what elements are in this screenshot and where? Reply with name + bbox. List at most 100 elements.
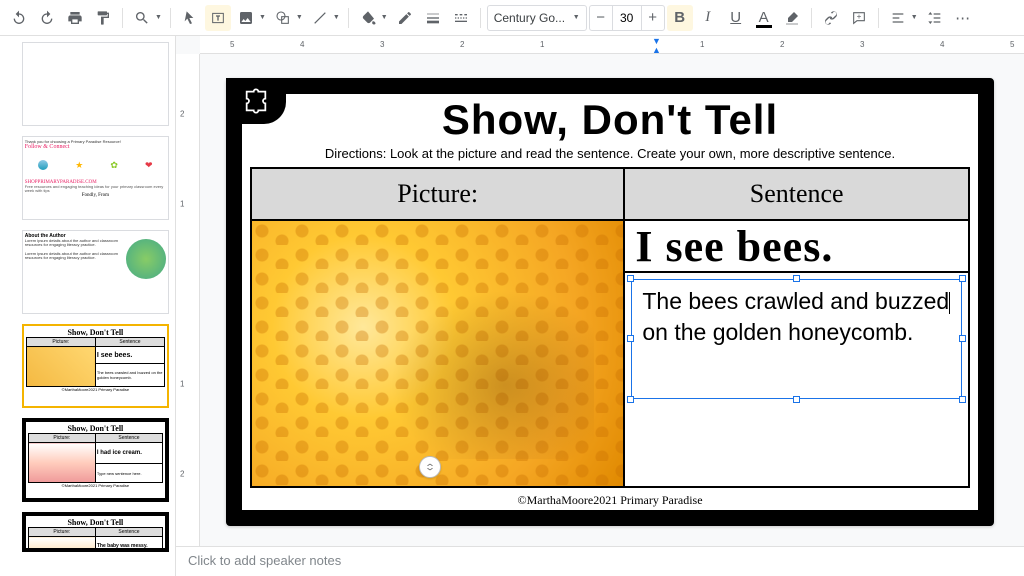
- font-family-label: Century Go...: [494, 11, 565, 25]
- highlight-color-button[interactable]: [779, 5, 805, 31]
- slide-thumb-1[interactable]: [22, 42, 169, 126]
- canvas-area[interactable]: 5 4 3 2 1 1 2 3 4 5 ▼ ▲ 2 1 1 2 Show, Do…: [176, 36, 1024, 576]
- author-photo-icon: [126, 239, 166, 279]
- line-tool-button[interactable]: [307, 5, 333, 31]
- resize-handle[interactable]: [793, 275, 800, 282]
- separator: [811, 8, 812, 28]
- print-button[interactable]: [62, 5, 88, 31]
- slide[interactable]: Show, Don't Tell Directions: Look at the…: [226, 78, 994, 526]
- speaker-notes[interactable]: Click to add speaker notes: [176, 546, 1024, 576]
- select-tool-button[interactable]: [177, 5, 203, 31]
- image-dropdown-icon[interactable]: ▼: [259, 14, 266, 21]
- edit-text-pre: The bees crawled and buzzed: [642, 288, 949, 314]
- thumb-text: Free resources and engaging teaching ide…: [25, 185, 166, 193]
- slide-thumb-6[interactable]: Show, Don't Tell Picture:Sentence The ba…: [22, 512, 169, 552]
- line-spacing-button[interactable]: [922, 5, 948, 31]
- text-caret: [949, 292, 950, 314]
- shape-dropdown-icon[interactable]: ▼: [296, 14, 303, 21]
- paint-format-button[interactable]: [90, 5, 116, 31]
- font-size-decrease-button[interactable]: −: [590, 6, 612, 30]
- th-sentence: Sentence: [624, 168, 969, 220]
- resize-handle[interactable]: [627, 275, 634, 282]
- slide-thumb-2[interactable]: Thank you for choosing a Primary Paradis…: [22, 136, 169, 220]
- textbox-selection[interactable]: The bees crawled and buzzed on the golde…: [631, 279, 962, 399]
- resize-handle[interactable]: [959, 335, 966, 342]
- italic-button[interactable]: I: [695, 5, 721, 31]
- edit-text-post: on the golden honeycomb.: [642, 319, 913, 345]
- thumb-number: [6, 136, 18, 138]
- fill-color-button[interactable]: [355, 5, 381, 31]
- shape-tool-button[interactable]: [270, 5, 296, 31]
- separator: [170, 8, 171, 28]
- filmstrip[interactable]: Thank you for choosing a Primary Paradis…: [0, 36, 176, 576]
- thumb-number: [6, 324, 18, 326]
- redo-button[interactable]: [34, 5, 60, 31]
- separator: [348, 8, 349, 28]
- speaker-notes-placeholder: Click to add speaker notes: [188, 553, 341, 568]
- thumb-table: Picture:Sentence I see bees. The bees cr…: [26, 337, 165, 387]
- bold-button[interactable]: B: [667, 5, 693, 31]
- font-family-select[interactable]: Century Go... ▼: [487, 5, 587, 31]
- align-dropdown-icon[interactable]: ▼: [911, 14, 918, 21]
- avatar-icon: [38, 160, 48, 170]
- slide-directions: Directions: Look at the picture and read…: [252, 146, 968, 161]
- thumb-title: Show, Don't Tell: [28, 518, 163, 527]
- slide-thumb-3[interactable]: About the Author Lorem ipsum details abo…: [22, 230, 169, 314]
- thumb-number: [6, 418, 18, 420]
- thumb-row[interactable]: About the Author Lorem ipsum details abo…: [6, 230, 169, 314]
- thumb-row[interactable]: Show, Don't Tell Picture:Sentence I had …: [6, 418, 169, 502]
- image-options-button[interactable]: [419, 456, 441, 478]
- line-dropdown-icon[interactable]: ▼: [333, 14, 340, 21]
- align-button[interactable]: [885, 5, 911, 31]
- slide-thumb-5[interactable]: Show, Don't Tell Picture:Sentence I had …: [22, 418, 169, 502]
- border-dash-button[interactable]: [448, 5, 474, 31]
- slide-thumb-4[interactable]: Show, Don't Tell Picture:Sentence I see …: [22, 324, 169, 408]
- resize-handle[interactable]: [959, 275, 966, 282]
- edit-textbox[interactable]: The bees crawled and buzzed on the golde…: [631, 279, 962, 399]
- thumb-row[interactable]: Show, Don't Tell Picture:Sentence The ba…: [6, 512, 169, 552]
- font-size-input[interactable]: 30: [612, 6, 642, 30]
- font-size-group: − 30 +: [589, 5, 665, 31]
- ruler-vertical: 2 1 1 2: [176, 54, 200, 576]
- fill-dropdown-icon[interactable]: ▼: [381, 14, 388, 21]
- slide-viewport: Show, Don't Tell Directions: Look at the…: [226, 78, 994, 526]
- underline-button[interactable]: U: [723, 5, 749, 31]
- zoom-button[interactable]: [129, 5, 155, 31]
- thumb-table: Picture:Sentence I had ice cream. Type n…: [28, 433, 163, 483]
- ruler-indicator-icon[interactable]: ▲: [652, 45, 661, 54]
- undo-button[interactable]: [6, 5, 32, 31]
- th-picture: Picture:: [251, 168, 624, 220]
- slide-title: Show, Don't Tell: [242, 96, 978, 144]
- thumb-row[interactable]: [6, 42, 169, 126]
- puzzle-corner: [226, 78, 286, 124]
- slide-copyright: ©MarthaMoore2021 Primary Paradise: [242, 492, 978, 510]
- prompt-sentence: I see bees.: [625, 221, 968, 273]
- font-size-increase-button[interactable]: +: [642, 6, 664, 30]
- resize-handle[interactable]: [627, 335, 634, 342]
- border-weight-button[interactable]: [420, 5, 446, 31]
- ruler-horizontal: 5 4 3 2 1 1 2 3 4 5 ▼ ▲: [200, 36, 1024, 54]
- toolbar: ▼ ▼ ▼ ▼ ▼ Century Go... ▼ − 30 + B I U A…: [0, 0, 1024, 36]
- thumb-number: [6, 42, 18, 44]
- zoom-dropdown-icon[interactable]: ▼: [155, 14, 162, 21]
- image-tool-button[interactable]: [233, 5, 259, 31]
- border-color-button[interactable]: [392, 5, 418, 31]
- thumb-number: [6, 230, 18, 232]
- textbox-tool-button[interactable]: [205, 5, 231, 31]
- insert-link-button[interactable]: [818, 5, 844, 31]
- thumb-row[interactable]: Show, Don't Tell Picture:Sentence I see …: [6, 324, 169, 408]
- thumb-copyright: ©MarthaMoore2021 Primary Paradise: [28, 483, 163, 488]
- picture-cell: [251, 220, 624, 487]
- separator: [122, 8, 123, 28]
- more-button[interactable]: ⋯: [950, 5, 976, 31]
- resize-handle[interactable]: [793, 396, 800, 403]
- resize-handle[interactable]: [959, 396, 966, 403]
- text-color-button[interactable]: A: [751, 5, 777, 31]
- thumb-title: Show, Don't Tell: [26, 328, 165, 337]
- separator: [480, 8, 481, 28]
- thumb-table: Picture:Sentence The baby was messy.: [28, 527, 163, 552]
- thumb-row[interactable]: Thank you for choosing a Primary Paradis…: [6, 136, 169, 220]
- insert-comment-button[interactable]: [846, 5, 872, 31]
- bees-image: [371, 274, 594, 460]
- resize-handle[interactable]: [627, 396, 634, 403]
